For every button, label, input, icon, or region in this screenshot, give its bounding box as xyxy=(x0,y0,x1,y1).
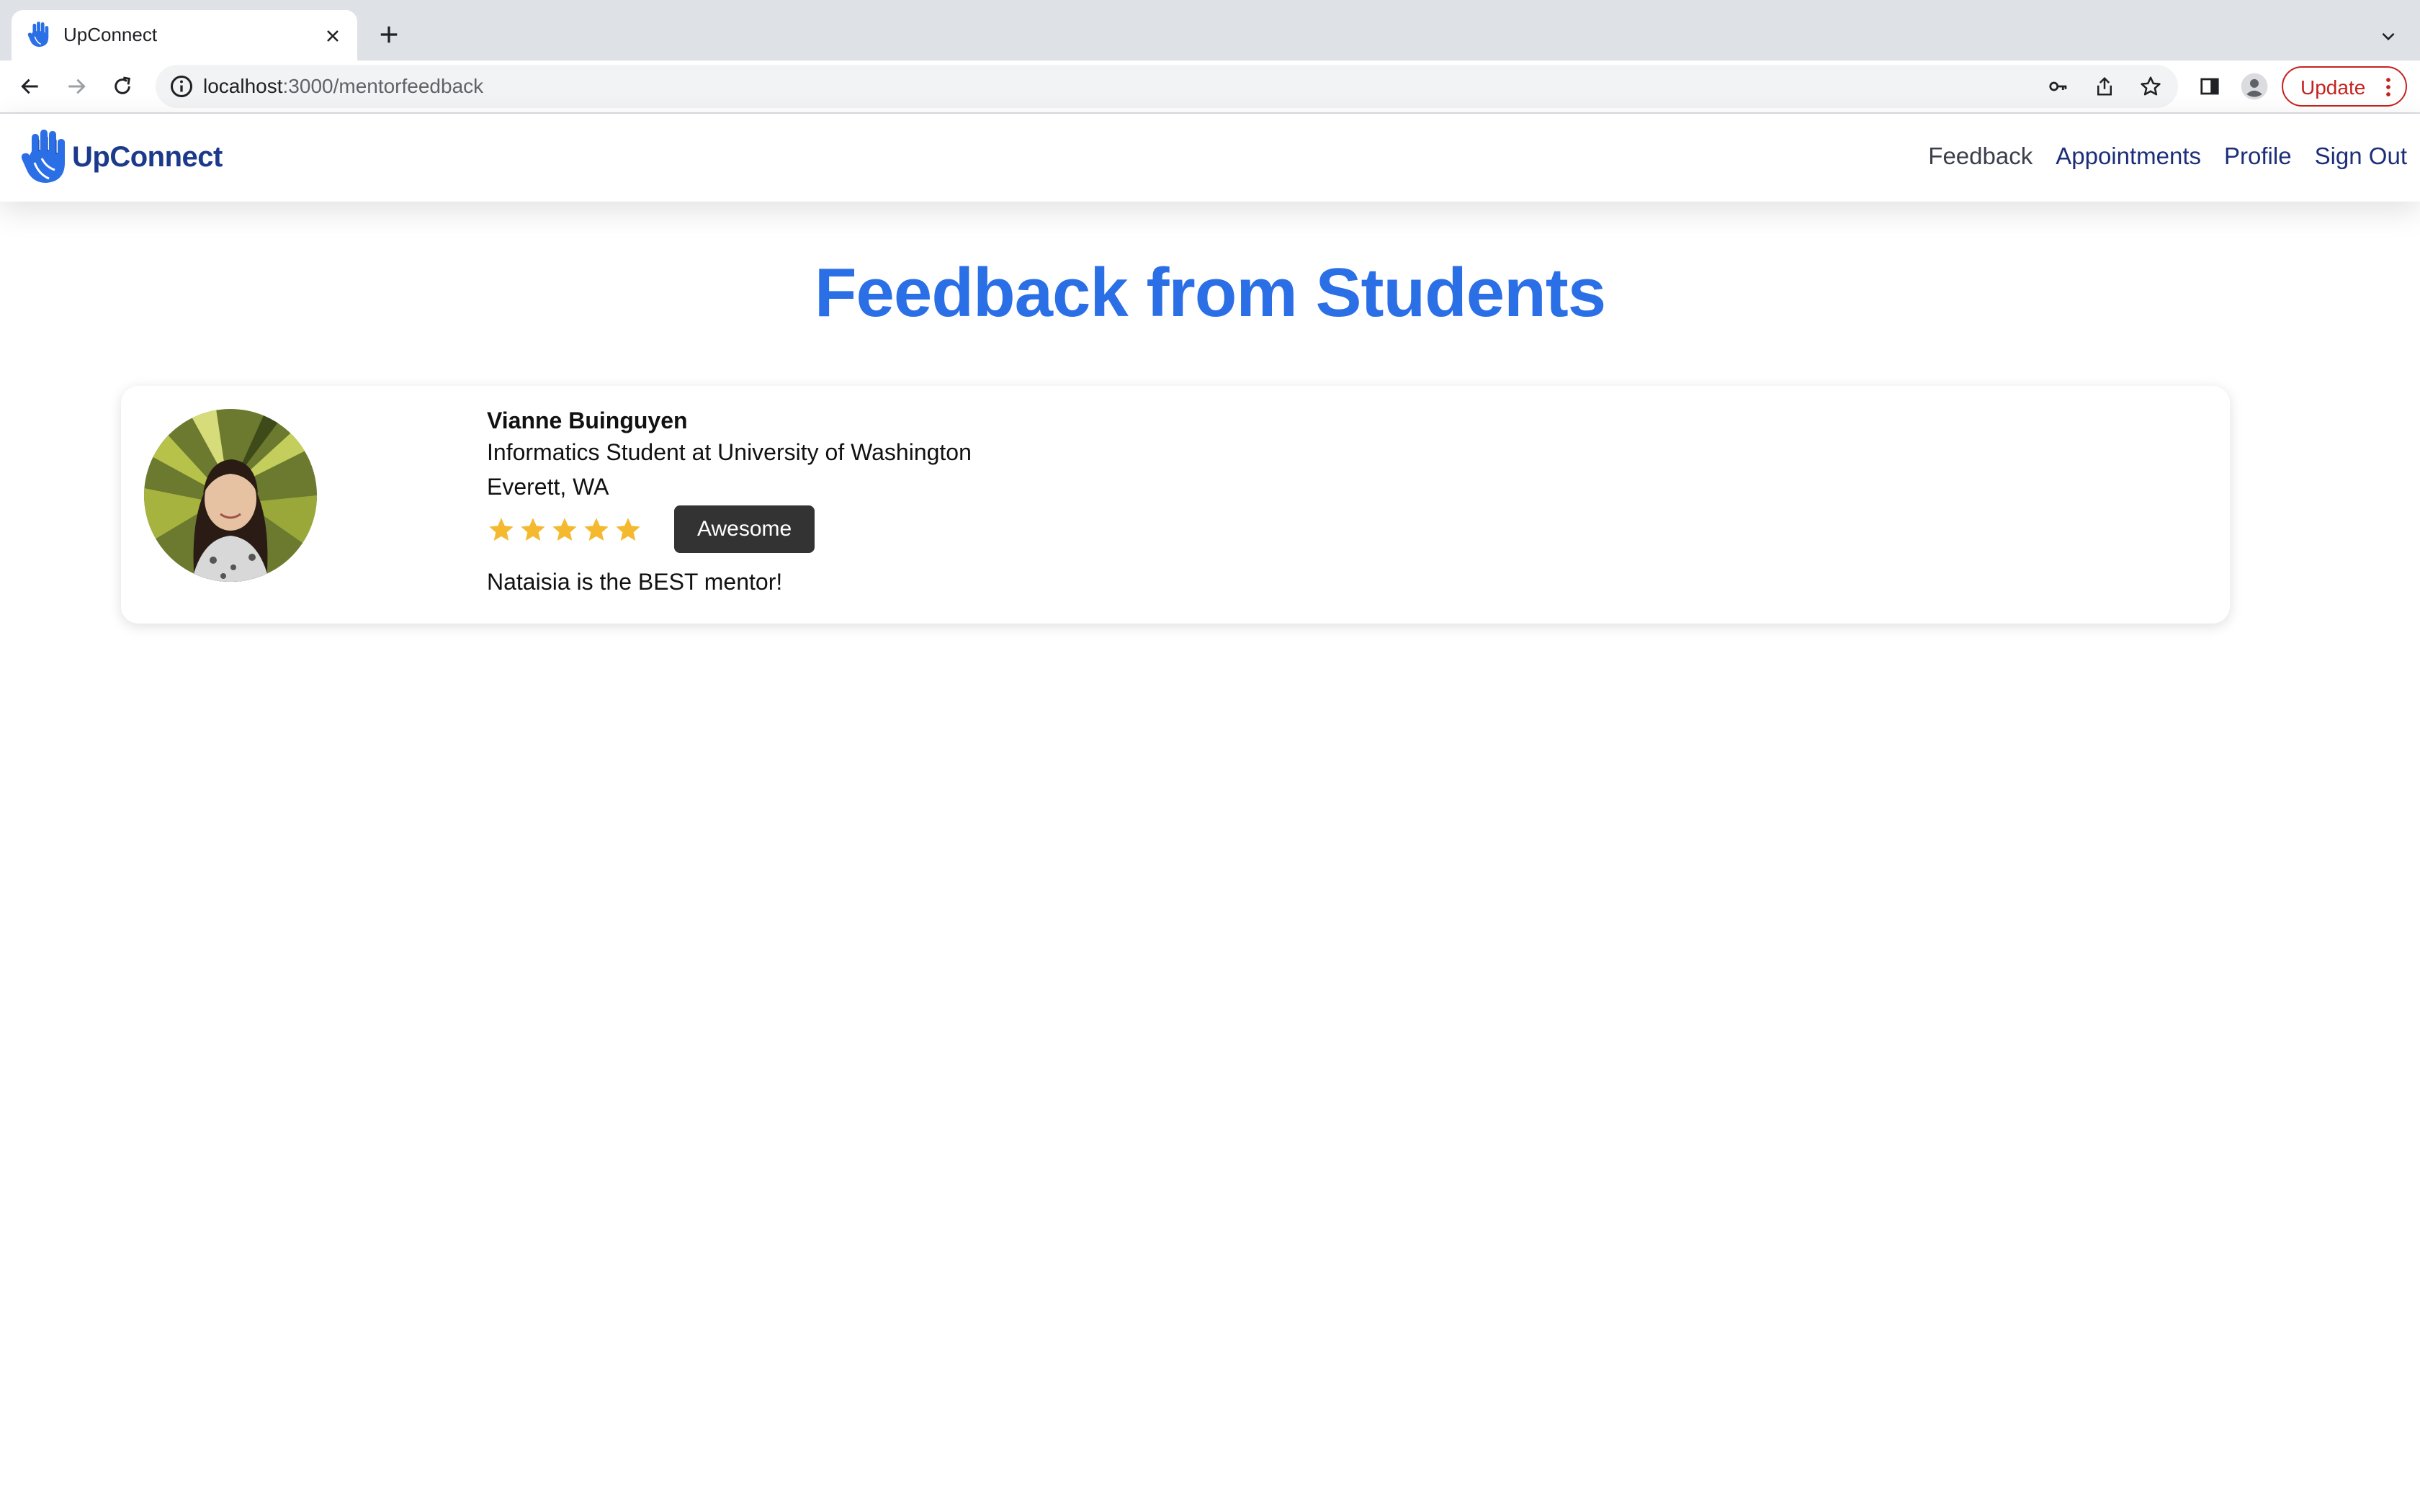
chevron-down-icon[interactable] xyxy=(2374,22,2403,50)
reload-icon[interactable] xyxy=(107,71,138,102)
url-path: :3000/mentorfeedback xyxy=(282,75,484,97)
star-filled-icon xyxy=(616,518,640,541)
forward-icon[interactable] xyxy=(60,71,92,102)
account-icon[interactable] xyxy=(2238,71,2270,102)
student-name: Vianne Buinguyen xyxy=(487,408,688,433)
browser-tab[interactable]: UpConnect xyxy=(12,10,357,60)
rating-label-badge: Awesome xyxy=(674,505,815,553)
brand-name: UpConnect xyxy=(72,141,223,173)
share-icon[interactable] xyxy=(2090,72,2119,101)
update-button[interactable]: Update xyxy=(2282,66,2407,107)
nav-links: Feedback Appointments Profile Sign Out xyxy=(1928,143,2407,170)
nav-appointments[interactable]: Appointments xyxy=(2056,143,2201,170)
star-outline-icon[interactable] xyxy=(2136,72,2165,101)
nav-sign-out[interactable]: Sign Out xyxy=(2315,143,2407,170)
info-icon[interactable] xyxy=(169,73,194,99)
key-icon[interactable] xyxy=(2044,72,2073,101)
new-tab-icon[interactable] xyxy=(375,20,403,49)
hand-logo-icon xyxy=(22,130,68,184)
star-filled-icon xyxy=(552,518,577,541)
close-tab-icon[interactable] xyxy=(320,23,346,49)
star-rating xyxy=(487,516,642,544)
browser-tab-strip: UpConnect xyxy=(0,0,2420,60)
back-icon[interactable] xyxy=(14,71,46,102)
more-vert-icon[interactable] xyxy=(2381,76,2396,98)
student-location: Everett, WA xyxy=(487,474,609,500)
feedback-card: Vianne Buinguyen Informatics Student at … xyxy=(121,386,2230,624)
app-navbar: UpConnect Feedback Appointments Profile … xyxy=(0,114,2420,202)
star-filled-icon xyxy=(584,518,609,541)
star-filled-icon xyxy=(521,518,545,541)
url-text: localhost:3000/mentorfeedback xyxy=(203,75,483,98)
browser-toolbar: localhost:3000/mentorfeedback Update xyxy=(0,60,2420,114)
student-title: Informatics Student at University of Was… xyxy=(487,439,972,465)
nav-profile[interactable]: Profile xyxy=(2224,143,2292,170)
page-title: Feedback from Students xyxy=(814,254,1606,331)
student-avatar xyxy=(144,409,317,582)
tab-title: UpConnect xyxy=(63,24,158,45)
star-filled-icon xyxy=(489,518,514,541)
nav-feedback[interactable]: Feedback xyxy=(1928,143,2033,170)
address-bar[interactable]: localhost:3000/mentorfeedback xyxy=(156,65,2178,108)
update-label: Update xyxy=(2300,76,2366,99)
url-host: localhost xyxy=(203,75,283,97)
feedback-comment: Nataisia is the BEST mentor! xyxy=(487,569,783,595)
hand-logo-icon xyxy=(26,22,52,48)
side-panel-icon[interactable] xyxy=(2194,71,2226,102)
